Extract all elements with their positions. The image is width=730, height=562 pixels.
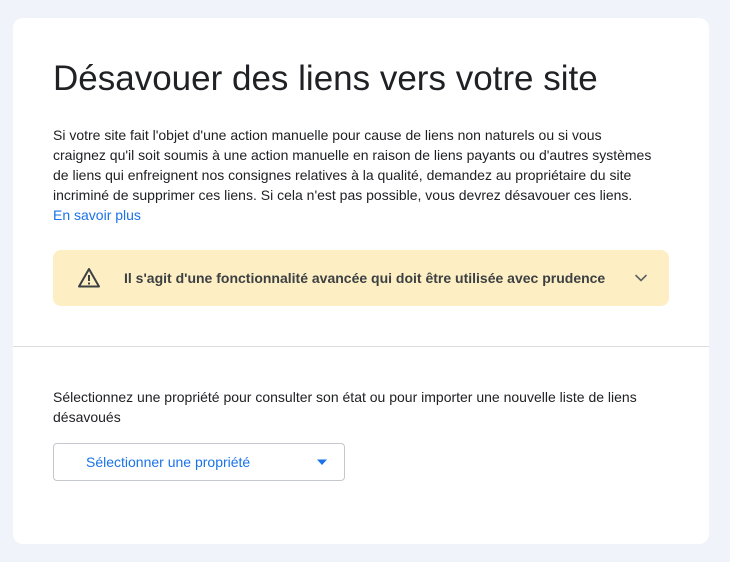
advanced-feature-warning[interactable]: Il s'agit d'une fonctionnalité avancée q… (53, 250, 669, 306)
property-select-label: Sélectionner une propriété (86, 454, 251, 470)
intro-paragraph: Si votre site fait l'objet d'une action … (53, 125, 653, 225)
disavow-card: Désavouer des liens vers votre site Si v… (13, 18, 709, 544)
property-select-prompt: Sélectionnez une propriété pour consulte… (53, 389, 637, 425)
property-select-dropdown[interactable]: Sélectionner une propriété (53, 443, 345, 481)
intro-text: Si votre site fait l'objet d'une action … (53, 127, 652, 203)
warning-text: Il s'agit d'une fonctionnalité avancée q… (124, 270, 606, 286)
chevron-down-icon[interactable] (633, 270, 649, 286)
learn-more-link[interactable]: En savoir plus (53, 207, 141, 223)
page-title: Désavouer des liens vers votre site (53, 59, 598, 98)
warning-triangle-icon (77, 266, 101, 290)
section-divider (13, 346, 709, 347)
dropdown-arrow-icon (316, 458, 328, 466)
